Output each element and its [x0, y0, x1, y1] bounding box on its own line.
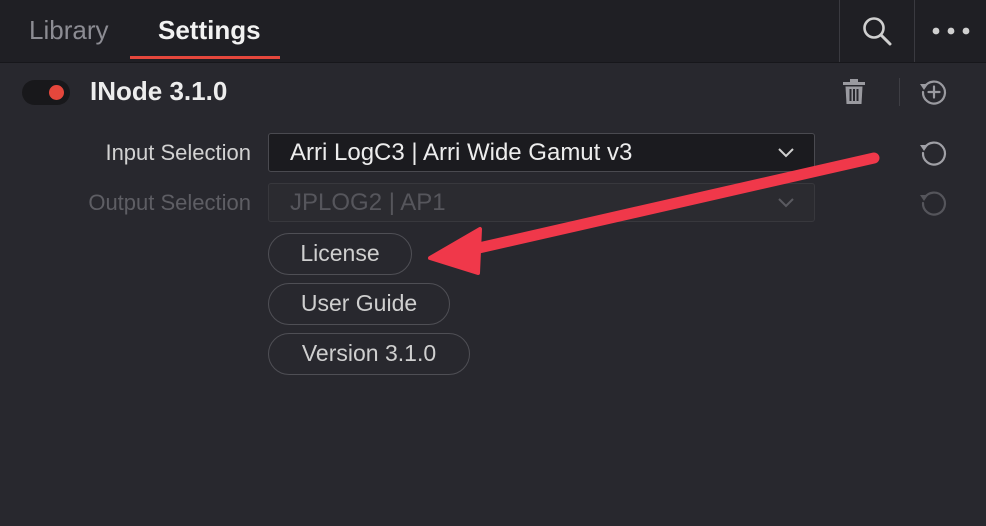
reset-icon — [920, 191, 947, 216]
user-guide-button[interactable]: User Guide — [268, 283, 450, 325]
license-button[interactable]: License — [268, 233, 412, 275]
tab-bar: Library Settings — [0, 0, 986, 63]
history-add-icon — [920, 80, 947, 105]
delete-node-button[interactable] — [838, 76, 870, 108]
input-selection-reset-button[interactable] — [916, 135, 952, 171]
chevron-down-icon — [778, 148, 794, 158]
node-enable-toggle[interactable] — [22, 80, 70, 105]
more-horizontal-icon — [932, 27, 969, 35]
output-selection-dropdown: JPLOG2 | AP1 — [268, 183, 815, 222]
tab-library[interactable]: Library — [29, 0, 108, 62]
trash-icon — [843, 79, 865, 104]
search-icon — [862, 17, 891, 46]
search-button[interactable] — [840, 0, 913, 62]
toggle-indicator — [49, 85, 64, 100]
input-selection-value: Arri LogC3 | Arri Wide Gamut v3 — [290, 139, 633, 166]
reset-icon — [920, 141, 947, 166]
output-selection-label: Output Selection — [88, 190, 251, 215]
input-selection-label: Input Selection — [105, 140, 251, 165]
output-selection-value: JPLOG2 | AP1 — [290, 189, 446, 216]
tab-settings[interactable]: Settings — [158, 0, 261, 62]
version-button[interactable]: Version 3.1.0 — [268, 333, 470, 375]
header-divider — [899, 78, 900, 106]
node-title: INode 3.1.0 — [90, 76, 228, 106]
add-keyframe-button[interactable] — [916, 74, 952, 110]
input-selection-dropdown[interactable]: Arri LogC3 | Arri Wide Gamut v3 — [268, 133, 815, 172]
active-tab-indicator — [130, 56, 280, 59]
more-options-button[interactable] — [915, 0, 986, 62]
chevron-down-icon — [778, 198, 794, 208]
output-selection-reset-button — [916, 185, 952, 221]
